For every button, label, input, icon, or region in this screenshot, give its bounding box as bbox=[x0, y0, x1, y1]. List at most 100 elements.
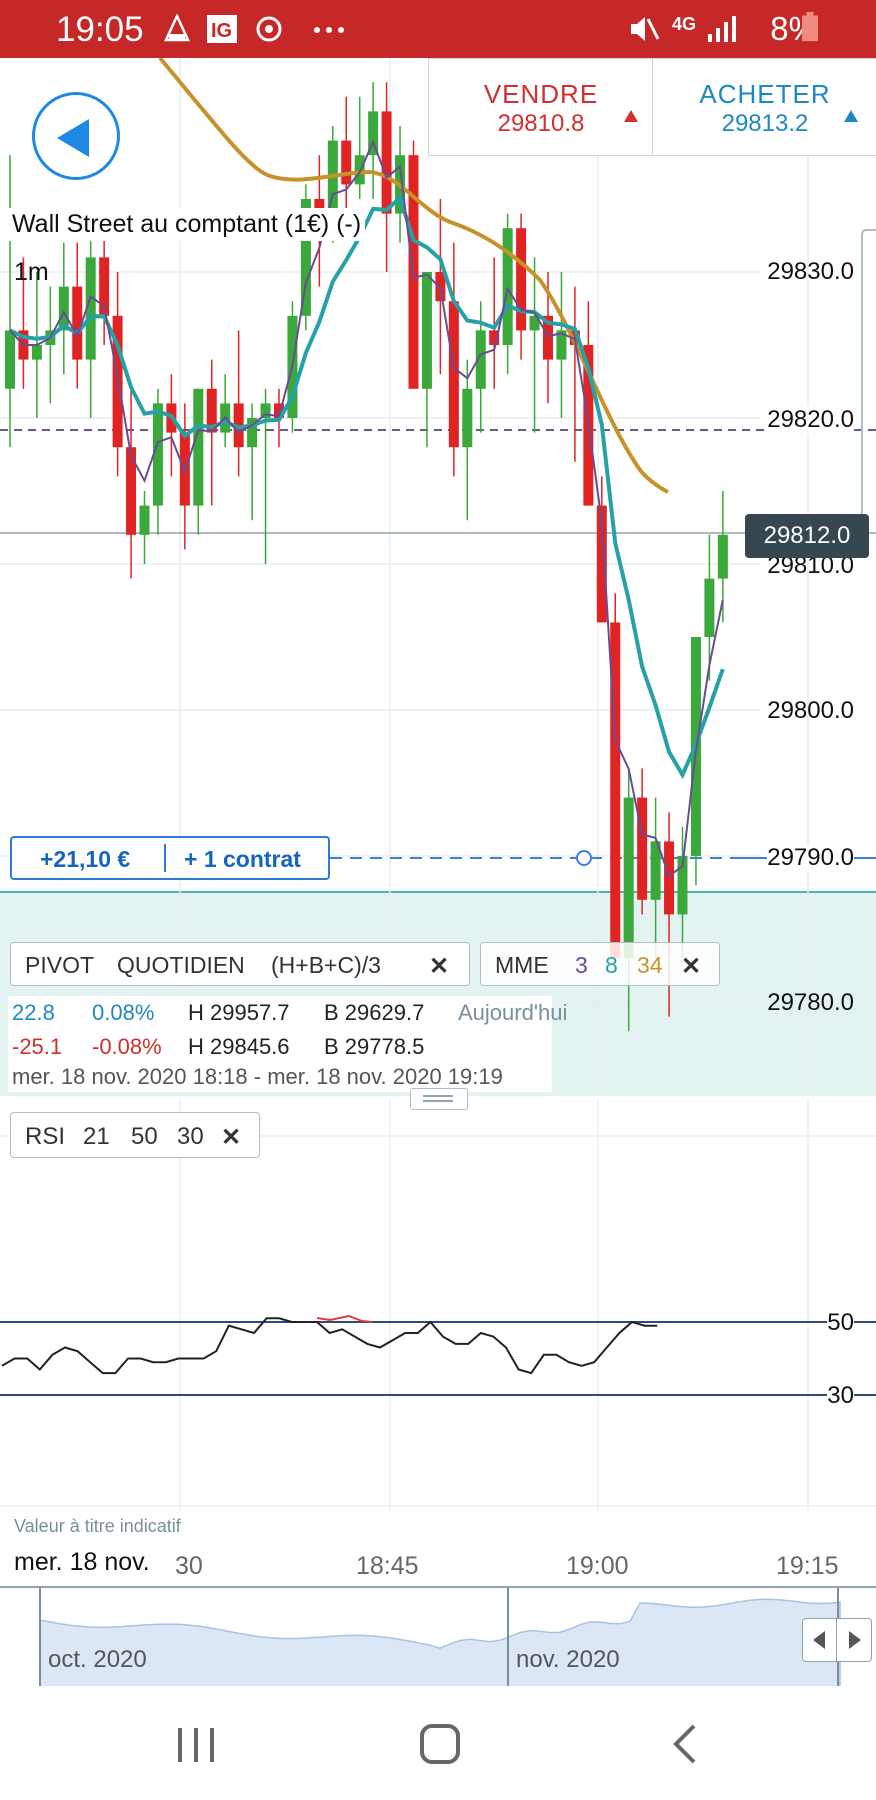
signal-icon bbox=[708, 16, 736, 42]
back-icon[interactable] bbox=[670, 1722, 700, 1766]
chevron-left-icon[interactable] bbox=[809, 1629, 831, 1651]
rsi-param: 50 bbox=[131, 1123, 158, 1150]
sync-icon bbox=[256, 16, 282, 42]
current-price-badge: 29812.0 bbox=[745, 514, 869, 558]
svg-text:IG: IG bbox=[211, 20, 232, 42]
chevron-right-icon[interactable] bbox=[843, 1629, 865, 1651]
mme-indicator[interactable]: MME 3 8 34 ✕ bbox=[480, 942, 720, 986]
nav-month: nov. 2020 bbox=[516, 1646, 620, 1673]
day-low: B 29629.7 bbox=[324, 1000, 425, 1025]
timeframe[interactable]: 1m bbox=[14, 258, 49, 287]
nav-month: oct. 2020 bbox=[48, 1646, 147, 1673]
candle bbox=[516, 213, 527, 360]
camera-icon bbox=[164, 14, 190, 42]
candle bbox=[166, 374, 177, 477]
position-box[interactable]: +21,10 € + 1 contrat bbox=[10, 836, 330, 880]
rsi-chart[interactable] bbox=[0, 1100, 876, 1510]
current-date: mer. 18 nov. bbox=[8, 1548, 174, 1582]
rsi-level-label: 50 bbox=[827, 1309, 854, 1337]
day-high: H 29957.7 bbox=[188, 1000, 290, 1025]
system-navigation-bar bbox=[0, 1686, 876, 1800]
candle bbox=[704, 534, 715, 681]
pivot-indicator[interactable]: PIVOT QUOTIDIEN (H+B+C)/3 ✕ bbox=[10, 942, 470, 986]
battery-icon bbox=[802, 12, 818, 42]
candle bbox=[139, 491, 150, 564]
status-time: 19:05 bbox=[56, 10, 144, 49]
mme-label: MME bbox=[495, 952, 549, 978]
rsi-line bbox=[1, 1317, 658, 1375]
divider bbox=[164, 844, 166, 872]
day-change-pct: 0.08% bbox=[92, 1000, 155, 1025]
home-icon[interactable] bbox=[418, 1722, 462, 1766]
candle bbox=[569, 286, 580, 462]
mme-period-3: 3 bbox=[575, 952, 588, 978]
up-triangle-icon bbox=[844, 110, 858, 122]
more-dots-icon bbox=[314, 27, 344, 33]
sell-price: 29810.8 bbox=[497, 110, 585, 137]
candle bbox=[5, 155, 15, 448]
candle bbox=[637, 768, 648, 915]
price-label: 29800.0 bbox=[767, 697, 854, 724]
period-label: Aujourd'hui bbox=[458, 1000, 568, 1025]
candle bbox=[179, 403, 190, 550]
time-tick: 19:15 bbox=[776, 1552, 839, 1580]
candle bbox=[408, 140, 419, 389]
range-high: H 29845.6 bbox=[188, 1034, 290, 1059]
candle bbox=[233, 330, 244, 477]
back-arrow-icon bbox=[57, 119, 89, 157]
rsi-param: 30 bbox=[177, 1123, 204, 1150]
range-change: -25.1 bbox=[12, 1034, 63, 1059]
candle bbox=[556, 272, 567, 418]
pivot-type: QUOTIDIEN bbox=[117, 952, 245, 978]
mme-period-8: 8 bbox=[605, 952, 618, 978]
price-label: 29830.0 bbox=[767, 258, 854, 285]
candle bbox=[421, 272, 432, 448]
date-range: mer. 18 nov. 2020 18:18 - mer. 18 nov. 2… bbox=[12, 1064, 503, 1089]
buy-button[interactable]: ACHETER 29813.2 bbox=[652, 58, 876, 156]
position-marker bbox=[576, 850, 592, 866]
info-panel: 22.8 0.08% H 29957.7 B 29629.7 Aujourd'h… bbox=[8, 996, 567, 1092]
mute-icon bbox=[631, 17, 660, 41]
disclaimer: Valeur à titre indicatif bbox=[14, 1516, 181, 1536]
close-icon[interactable]: ✕ bbox=[681, 952, 701, 981]
close-icon[interactable]: ✕ bbox=[429, 952, 449, 981]
navigator-scroll-buttons[interactable] bbox=[802, 1618, 872, 1662]
navigator[interactable]: oct. 2020 nov. 2020 bbox=[0, 1586, 876, 1688]
candle bbox=[58, 242, 69, 375]
status-bar: 19:05 IG 4G 8% bbox=[0, 0, 876, 58]
recent-apps-icon[interactable] bbox=[176, 1724, 216, 1764]
sell-button[interactable]: VENDRE 29810.8 bbox=[428, 58, 654, 156]
instrument-name: Wall Street au comptant (1€) (-) bbox=[8, 208, 366, 241]
sell-label: VENDRE bbox=[483, 79, 599, 109]
rsi-param: 21 bbox=[83, 1123, 110, 1150]
rsi-level-label: 30 bbox=[827, 1382, 854, 1410]
price-label: 29790.0 bbox=[767, 844, 854, 872]
candle bbox=[206, 359, 217, 506]
close-icon[interactable]: ✕ bbox=[221, 1123, 241, 1152]
candle bbox=[220, 374, 231, 448]
time-tick: 18:45 bbox=[356, 1552, 419, 1580]
candle bbox=[529, 257, 540, 433]
up-triangle-icon bbox=[624, 110, 638, 122]
price-label: 29820.0 bbox=[767, 406, 854, 434]
candle bbox=[448, 242, 459, 477]
candle bbox=[435, 199, 446, 375]
candle bbox=[610, 593, 621, 973]
position-pnl: +21,10 € bbox=[40, 846, 131, 872]
ig-app-icon: IG bbox=[207, 15, 237, 43]
candle bbox=[72, 242, 83, 389]
back-button[interactable] bbox=[32, 92, 120, 180]
mme-period-34: 34 bbox=[637, 952, 663, 978]
range-low: B 29778.5 bbox=[324, 1034, 425, 1059]
candle bbox=[247, 403, 258, 521]
rsi-indicator[interactable]: RSI 21 50 30 ✕ bbox=[10, 1112, 260, 1158]
range-change-pct: -0.08% bbox=[92, 1034, 162, 1059]
candle bbox=[354, 96, 365, 199]
pivot-label: PIVOT bbox=[25, 952, 95, 978]
buy-label: ACHETER bbox=[699, 79, 831, 109]
position-size: + 1 contrat bbox=[184, 846, 301, 872]
pivot-formula: (H+B+C)/3 bbox=[271, 952, 381, 978]
price-label: 29780.0 bbox=[767, 989, 854, 1016]
network-type: 4G bbox=[672, 14, 697, 34]
rsi-label: RSI bbox=[25, 1123, 66, 1150]
